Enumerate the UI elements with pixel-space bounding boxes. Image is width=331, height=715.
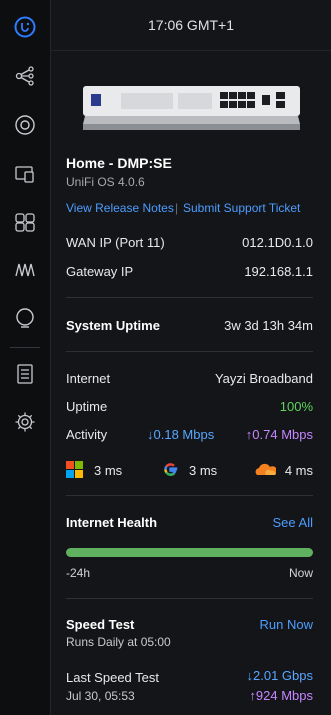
health-start-label: -24h [66, 566, 91, 580]
target-icon[interactable] [11, 111, 39, 139]
microsoft-latency: 3 ms [94, 463, 123, 478]
release-notes-link[interactable]: View Release Notes [66, 201, 174, 215]
speed-test-download-value: 2.01 Gbps [253, 668, 313, 683]
wan-ip-label: WAN IP (Port 11) [66, 235, 165, 250]
header-time: 17:06 GMT+1 [148, 17, 234, 33]
logs-icon[interactable] [11, 360, 39, 388]
speed-test-label: Speed Test [66, 617, 135, 632]
internet-health-label: Internet Health [66, 515, 158, 530]
device-image [83, 86, 300, 130]
speed-test-upload: ↑924 Mbps [249, 688, 313, 703]
google-latency: 3 ms [189, 463, 218, 478]
device-name: Home - DMP:SE [66, 155, 172, 171]
system-uptime-value: 3w 3d 13h 34m [224, 318, 313, 333]
see-all-link[interactable]: See All [273, 515, 313, 530]
divider [66, 598, 313, 599]
uptime-value: 100% [279, 399, 313, 414]
wan-ip-value: 012.1D0.1.0 [242, 235, 313, 250]
upload-activity: ↑0.74 Mbps [246, 427, 313, 442]
radar-icon[interactable] [11, 304, 39, 332]
download-activity-value: 0.18 Mbps [153, 427, 215, 442]
speed-test-schedule: Runs Daily at 05:00 [66, 635, 171, 649]
speed-test-download: ↓2.01 Gbps [247, 668, 314, 683]
download-activity: ↓0.18 Mbps [147, 427, 214, 442]
cloudflare-latency: 4 ms [284, 463, 313, 478]
settings-icon[interactable] [11, 408, 39, 436]
unifi-logo-icon[interactable] [11, 13, 39, 41]
gateway-ip-value: 192.168.1.1 [244, 264, 313, 279]
divider [66, 495, 313, 496]
clients-icon[interactable] [11, 208, 39, 236]
topology-icon[interactable] [11, 62, 39, 90]
isp-name: Yayzi Broadband [214, 371, 313, 386]
internet-label: Internet [66, 371, 111, 386]
sidebar-divider [10, 347, 40, 348]
last-speed-test-time: Jul 30, 05:53 [66, 689, 135, 703]
google-icon [164, 463, 178, 477]
gateway-ip-label: Gateway IP [66, 264, 134, 279]
os-version: UniFi OS 4.0.6 [66, 175, 145, 189]
divider [66, 351, 313, 352]
last-speed-test-label: Last Speed Test [66, 670, 159, 685]
uptime-label: Uptime [66, 399, 108, 414]
microsoft-icon [66, 461, 83, 478]
sidebar [0, 0, 51, 715]
support-ticket-link[interactable]: Submit Support Ticket [183, 201, 300, 215]
run-now-button[interactable]: Run Now [260, 617, 313, 632]
cloudflare-icon [255, 463, 276, 475]
link-separator: | [175, 201, 179, 215]
clock-header: 17:06 GMT+1 [51, 0, 331, 51]
upload-activity-value: 0.74 Mbps [252, 427, 313, 442]
devices-icon[interactable] [11, 160, 39, 188]
health-bar [66, 548, 313, 557]
device-panel: 17:06 GMT+1 Home - DMP:SE UniFi OS 4.0.6… [51, 0, 331, 715]
insights-icon[interactable] [11, 256, 39, 284]
activity-label: Activity [66, 427, 108, 442]
speed-test-upload-value: 924 Mbps [255, 688, 313, 703]
divider [66, 297, 313, 298]
system-uptime-label: System Uptime [66, 318, 160, 333]
health-end-label: Now [288, 566, 313, 580]
